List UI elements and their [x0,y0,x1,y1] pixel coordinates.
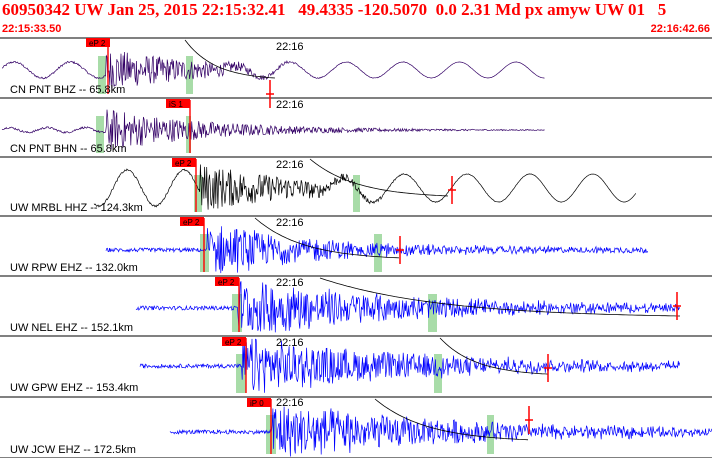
pick-flag-label: eP 2 [175,159,192,168]
seismogram-panel[interactable]: eP 2 22:16 CN PNT BHZ -- 65.8km iS 1 22:16 CN… [0,0,712,458]
trace-row[interactable]: eP 2 22:16 UW NEL EHZ -- 152.1km [10,277,681,334]
station-label: CN PNT BHZ -- 65.8km [10,84,125,96]
station-label: UW RPW EHZ -- 132.0km [10,262,138,274]
trace-row[interactable]: iP 0 22:16 UW JCW EHZ -- 172.5km [10,397,712,457]
coda-curve [439,337,549,375]
waveform [93,164,637,210]
waveform [169,406,712,457]
pick-flag-label: eP 2 [89,39,106,48]
station-label: UW GPW EHZ -- 153.4km [10,382,138,394]
waveform [139,338,681,393]
station-label: UW MRBL HHZ -- 124.3km [10,202,143,214]
time-mark-label: 22:16 [276,99,304,111]
trace-row[interactable]: eP 2 22:16 UW GPW EHZ -- 153.4km [10,337,681,394]
time-mark-label: 22:16 [276,397,304,409]
waveform [135,281,681,333]
station-label: CN PNT BHN -- 65.8km [10,143,127,155]
trace-row[interactable]: eP 2 22:16 UW MRBL HHZ -- 124.3km [10,158,637,214]
coda-window [353,175,360,212]
time-mark-label: 22:16 [276,41,304,53]
coda-curve [309,158,449,197]
station-label: UW NEL EHZ -- 152.1km [10,322,133,334]
time-mark-label: 22:16 [276,337,304,349]
trace-row[interactable]: iS 1 22:16 CN PNT BHN -- 65.8km [1,99,545,155]
pick-flag-label: eP 2 [225,338,242,347]
pick-flag-label: eP 2 [218,278,235,287]
time-mark-label: 22:16 [276,159,304,171]
pick-flag-label: iP 0 [250,399,264,408]
station-label: UW JCW EHZ -- 172.5km [10,444,136,456]
coda-curve [184,39,276,79]
trace-row[interactable]: eP 2 22:16 UW RPW EHZ -- 132.0km [10,217,649,274]
pick-flag-label: eP 2 [183,218,200,227]
pick-flag-label: iS 1 [169,100,183,109]
p-window [232,294,242,332]
time-mark-label: 22:16 [276,277,304,289]
time-mark-label: 22:16 [276,217,304,229]
